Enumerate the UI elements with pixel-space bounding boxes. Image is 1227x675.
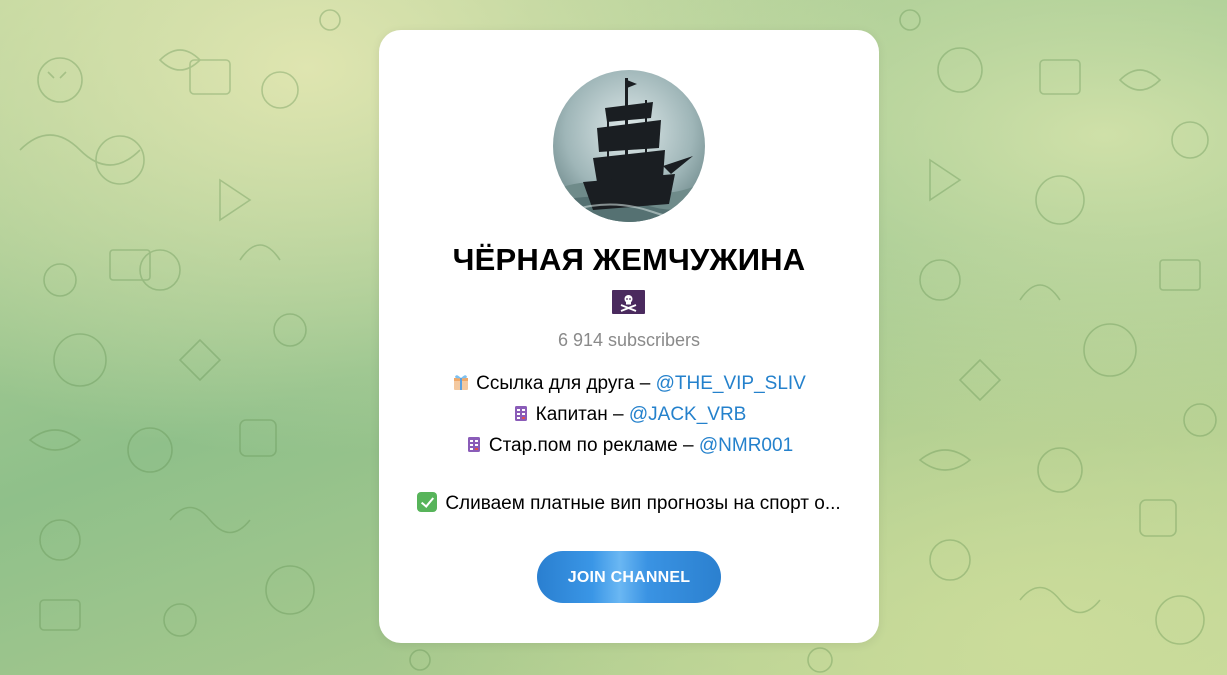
promo-line: Сливаем платные вип прогнозы на спорт о.… bbox=[379, 492, 879, 515]
channel-description: Ссылка для друга – @THE_VIP_SLIV Капитан… bbox=[379, 368, 879, 461]
nmr001-link[interactable]: @NMR001 bbox=[699, 435, 793, 456]
description-text: Стар.пом по рекламе – bbox=[488, 435, 699, 456]
description-line: Капитан – @JACK_VRB bbox=[379, 399, 879, 430]
calendar-icon bbox=[514, 406, 527, 421]
promo-text: Сливаем платные вип прогнозы на спорт о.… bbox=[445, 493, 841, 514]
gift-icon bbox=[454, 375, 469, 390]
channel-card: ЧЁРНАЯ ЖЕМЧУЖИНА 6 914 subscribers Ссылк… bbox=[379, 30, 879, 643]
pirate-ship-image bbox=[553, 70, 705, 222]
channel-avatar bbox=[553, 70, 705, 222]
channel-title: ЧЁРНАЯ ЖЕМЧУЖИНА bbox=[452, 242, 806, 277]
pirate-flag-icon bbox=[612, 290, 645, 314]
calendar-icon bbox=[467, 437, 480, 452]
description-line: Ссылка для друга – @THE_VIP_SLIV bbox=[379, 368, 879, 399]
description-line: Стар.пом по рекламе – @NMR001 bbox=[379, 430, 879, 461]
jack-vrb-link[interactable]: @JACK_VRB bbox=[629, 404, 747, 425]
description-text: Капитан – bbox=[535, 404, 629, 425]
check-mark-icon bbox=[417, 492, 438, 512]
subscriber-count: 6 914 subscribers bbox=[557, 330, 701, 350]
vip-sliv-link[interactable]: @THE_VIP_SLIV bbox=[656, 373, 806, 394]
description-text: Ссылка для друга – bbox=[476, 373, 656, 394]
join-channel-button[interactable]: JOIN CHANNEL bbox=[537, 551, 721, 603]
